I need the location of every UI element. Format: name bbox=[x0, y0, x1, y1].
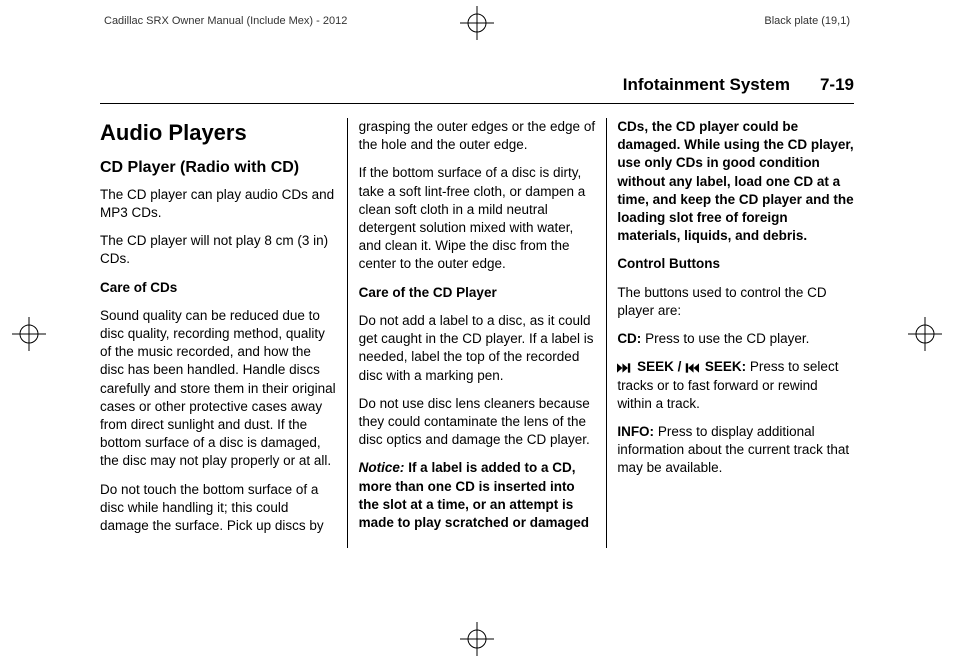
registration-mark-left-icon bbox=[12, 317, 46, 351]
body-text: Do not use disc lens cleaners because th… bbox=[359, 395, 596, 450]
seek-label-2: SEEK: bbox=[705, 359, 746, 374]
registration-mark-right-icon bbox=[908, 317, 942, 351]
control-cd: CD: Press to use the CD player. bbox=[617, 330, 854, 348]
control-seek: SEEK / SEEK: Press to select tracks or t… bbox=[617, 358, 854, 413]
section-title: Infotainment System bbox=[623, 74, 790, 97]
heading-audio-players: Audio Players bbox=[100, 118, 337, 148]
subhead-care-of-cd-player: Care of the CD Player bbox=[359, 284, 596, 302]
cd-label: CD: bbox=[617, 331, 641, 346]
body-columns: Audio Players CD Player (Radio with CD) … bbox=[100, 118, 854, 548]
print-header-right: Black plate (19,1) bbox=[764, 14, 850, 29]
print-header: Cadillac SRX Owner Manual (Include Mex) … bbox=[0, 14, 954, 29]
body-text: The CD player can play audio CDs and MP3… bbox=[100, 186, 337, 222]
running-head: Infotainment System 7-19 bbox=[100, 74, 854, 104]
body-text: The buttons used to control the CD playe… bbox=[617, 284, 854, 320]
seek-label-1: SEEK / bbox=[637, 359, 681, 374]
info-label: INFO: bbox=[617, 424, 654, 439]
control-info: INFO: Press to display additional inform… bbox=[617, 423, 854, 478]
page-number: 7-19 bbox=[820, 74, 854, 97]
subhead-care-of-cds: Care of CDs bbox=[100, 279, 337, 297]
page-frame: Infotainment System 7-19 Audio Players C… bbox=[100, 74, 854, 594]
body-text: Sound quality can be reduced due to disc… bbox=[100, 307, 337, 471]
seek-forward-icon bbox=[617, 363, 631, 373]
seek-back-icon bbox=[685, 363, 699, 373]
body-text: The CD player will not play 8 cm (3 in) … bbox=[100, 232, 337, 268]
registration-mark-bottom-icon bbox=[460, 622, 494, 656]
body-text: If the bottom surface of a disc is dirty… bbox=[359, 164, 596, 273]
cd-text: Press to use the CD player. bbox=[645, 331, 809, 346]
heading-cd-player: CD Player (Radio with CD) bbox=[100, 158, 337, 178]
notice-label: Notice: bbox=[359, 460, 405, 475]
body-text: Do not add a label to a disc, as it coul… bbox=[359, 312, 596, 385]
print-header-left: Cadillac SRX Owner Manual (Include Mex) … bbox=[104, 14, 347, 29]
subhead-control-buttons: Control Buttons bbox=[617, 255, 854, 273]
